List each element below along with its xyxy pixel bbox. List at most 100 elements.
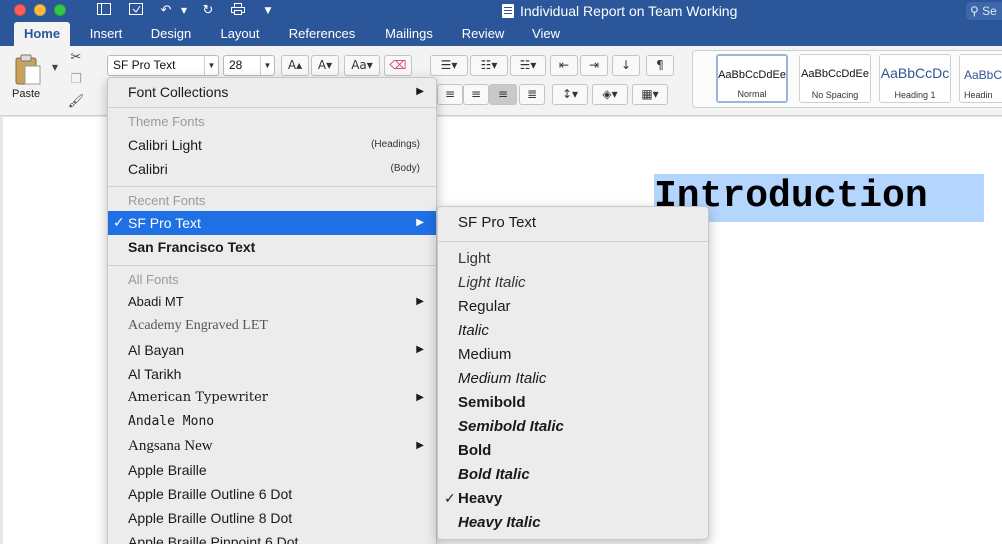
font-role-note: (Headings): [371, 139, 420, 150]
menu-item-calibri[interactable]: Calibri (Body): [108, 157, 436, 181]
checkmark-icon: ✓: [444, 491, 456, 507]
style-heading-2[interactable]: AaBbCc Headin: [959, 54, 1002, 103]
style-heading-1[interactable]: AaBbCcDᴄ Heading 1: [879, 54, 951, 103]
style-item-bold-italic[interactable]: Bold Italic: [438, 463, 708, 487]
menu-item-label: Academy Engraved LET: [128, 318, 268, 333]
clear-formatting-button[interactable]: ⌫: [384, 55, 412, 76]
shrink-font-button[interactable]: A▾: [311, 55, 339, 76]
close-window-button[interactable]: [14, 4, 26, 16]
style-item-italic[interactable]: Italic: [438, 319, 708, 343]
align-left-button[interactable]: ≡: [437, 84, 463, 105]
style-item-light[interactable]: Light: [438, 247, 708, 271]
justify-button[interactable]: ≣: [519, 84, 545, 105]
title-bar: ↶ ▼ ↻ ▼ Individual Report on Team Workin…: [0, 0, 1002, 22]
submenu-arrow-icon: ▶: [416, 440, 424, 451]
menu-item-label: Apple Braille Outline 8 Dot: [128, 510, 293, 526]
submenu-arrow-icon: ▶: [416, 344, 424, 355]
style-normal[interactable]: AaBbCcDdEe Normal: [716, 54, 788, 103]
shading-button[interactable]: ◈▾: [592, 84, 628, 105]
format-painter-icon[interactable]: 🖌: [67, 94, 85, 110]
menu-item-label: Al Bayan: [128, 342, 185, 358]
menu-item-al-tarikh[interactable]: Al Tarikh: [108, 362, 436, 386]
menu-item-label: Calibri Light: [128, 137, 202, 153]
align-center-icon: ≡: [470, 87, 482, 101]
eraser-icon: ⌫: [389, 58, 407, 72]
style-item-medium-italic[interactable]: Medium Italic: [438, 367, 708, 391]
menu-item-label: Apple Braille Pinpoint 6 Dot: [128, 534, 299, 544]
menu-item-label: Calibri: [128, 161, 168, 177]
menu-item-label: Andale Mono: [128, 414, 215, 429]
align-center-button[interactable]: ≡: [463, 84, 489, 105]
tab-references[interactable]: References: [282, 22, 362, 46]
style-item-medium[interactable]: Medium: [438, 343, 708, 367]
menu-item-apple-braille-pinpoint-6[interactable]: Apple Braille Pinpoint 6 Dot: [108, 530, 436, 544]
sidebar-toggle-icon[interactable]: [94, 2, 114, 20]
style-item-heavy[interactable]: ✓ Heavy: [438, 487, 708, 511]
align-right-button[interactable]: ≡: [489, 84, 517, 105]
font-size-field[interactable]: 28 ▼: [223, 55, 275, 76]
borders-icon: ▦▾: [641, 87, 659, 101]
sort-button[interactable]: ↓: [612, 55, 640, 76]
show-formatting-button[interactable]: ¶: [646, 55, 674, 76]
line-spacing-icon: ↕▾: [561, 87, 579, 101]
menu-item-apple-braille[interactable]: Apple Braille: [108, 458, 436, 482]
style-name: Headin: [964, 90, 993, 100]
menu-item-label: Al Tarikh: [128, 366, 182, 382]
style-item-semibold[interactable]: Semibold: [438, 391, 708, 415]
tab-review[interactable]: Review: [456, 22, 510, 46]
menu-item-andale-mono[interactable]: Andale Mono: [108, 410, 436, 434]
copy-icon[interactable]: ❐: [67, 72, 85, 88]
customize-toolbar-icon[interactable]: ▼: [258, 2, 278, 20]
submenu-title[interactable]: SF Pro Text: [438, 211, 708, 235]
menu-item-american-typewriter[interactable]: American Typewriter ▶: [108, 386, 436, 410]
grow-font-button[interactable]: A▴: [281, 55, 309, 76]
paste-button[interactable]: [14, 54, 42, 86]
menu-item-font-collections[interactable]: Font Collections ▶: [108, 80, 436, 104]
line-spacing-button[interactable]: ↕▾: [552, 84, 588, 105]
font-size-dropdown-icon[interactable]: ▼: [260, 56, 274, 75]
grow-font-icon: A▴: [287, 58, 303, 72]
menu-item-sf-pro-text[interactable]: ✓ SF Pro Text ▶: [108, 211, 436, 235]
increase-indent-button[interactable]: ⇥: [580, 55, 608, 76]
menu-item-academy-engraved[interactable]: Academy Engraved LET: [108, 314, 436, 338]
print-icon[interactable]: [228, 2, 248, 20]
increase-indent-icon: ⇥: [588, 58, 600, 72]
tab-layout[interactable]: Layout: [212, 22, 268, 46]
menu-item-apple-braille-outline-8[interactable]: Apple Braille Outline 8 Dot: [108, 506, 436, 530]
style-item-bold[interactable]: Bold: [438, 439, 708, 463]
style-item-heavy-italic[interactable]: Heavy Italic: [438, 511, 708, 535]
style-item-light-italic[interactable]: Light Italic: [438, 271, 708, 295]
bullets-button[interactable]: ☰▾: [430, 55, 468, 76]
cut-icon[interactable]: ✂: [67, 50, 85, 66]
style-item-semibold-italic[interactable]: Semibold Italic: [438, 415, 708, 439]
multilevel-list-button[interactable]: ☵▾: [510, 55, 546, 76]
menu-item-apple-braille-outline-6[interactable]: Apple Braille Outline 6 Dot: [108, 482, 436, 506]
menu-item-angsana-new[interactable]: Angsana New ▶: [108, 434, 436, 458]
tab-home[interactable]: Home: [14, 22, 70, 46]
redo-icon[interactable]: ↻: [198, 2, 218, 20]
undo-dropdown-icon[interactable]: ▼: [174, 2, 194, 20]
tab-insert[interactable]: Insert: [82, 22, 130, 46]
autosave-icon[interactable]: [126, 2, 146, 20]
font-name-field[interactable]: SF Pro Text ▼: [107, 55, 219, 76]
search-input[interactable]: ⚲ Se: [966, 2, 1002, 20]
borders-button[interactable]: ▦▾: [632, 84, 668, 105]
style-no-spacing[interactable]: AaBbCcDdEe No Spacing: [799, 54, 871, 103]
menu-item-al-bayan[interactable]: Al Bayan ▶: [108, 338, 436, 362]
decrease-indent-button[interactable]: ⇤: [550, 55, 578, 76]
bullet-list-icon: ☰▾: [440, 58, 458, 72]
minimize-window-button[interactable]: [34, 4, 46, 16]
change-case-button[interactable]: Aa▾: [344, 55, 380, 76]
paste-dropdown-icon[interactable]: ▼: [46, 60, 64, 76]
style-item-regular[interactable]: Regular: [438, 295, 708, 319]
undo-icon[interactable]: ↶: [156, 2, 176, 20]
numbering-button[interactable]: ☷▾: [470, 55, 508, 76]
menu-item-abadi-mt[interactable]: Abadi MT ▶: [108, 290, 436, 314]
tab-view[interactable]: View: [524, 22, 568, 46]
menu-item-san-francisco-text[interactable]: San Francisco Text: [108, 235, 436, 259]
tab-mailings[interactable]: Mailings: [376, 22, 442, 46]
menu-item-calibri-light[interactable]: Calibri Light (Headings): [108, 133, 436, 157]
tab-design[interactable]: Design: [144, 22, 198, 46]
font-name-dropdown-icon[interactable]: ▼: [204, 56, 218, 75]
maximize-window-button[interactable]: [54, 4, 66, 16]
